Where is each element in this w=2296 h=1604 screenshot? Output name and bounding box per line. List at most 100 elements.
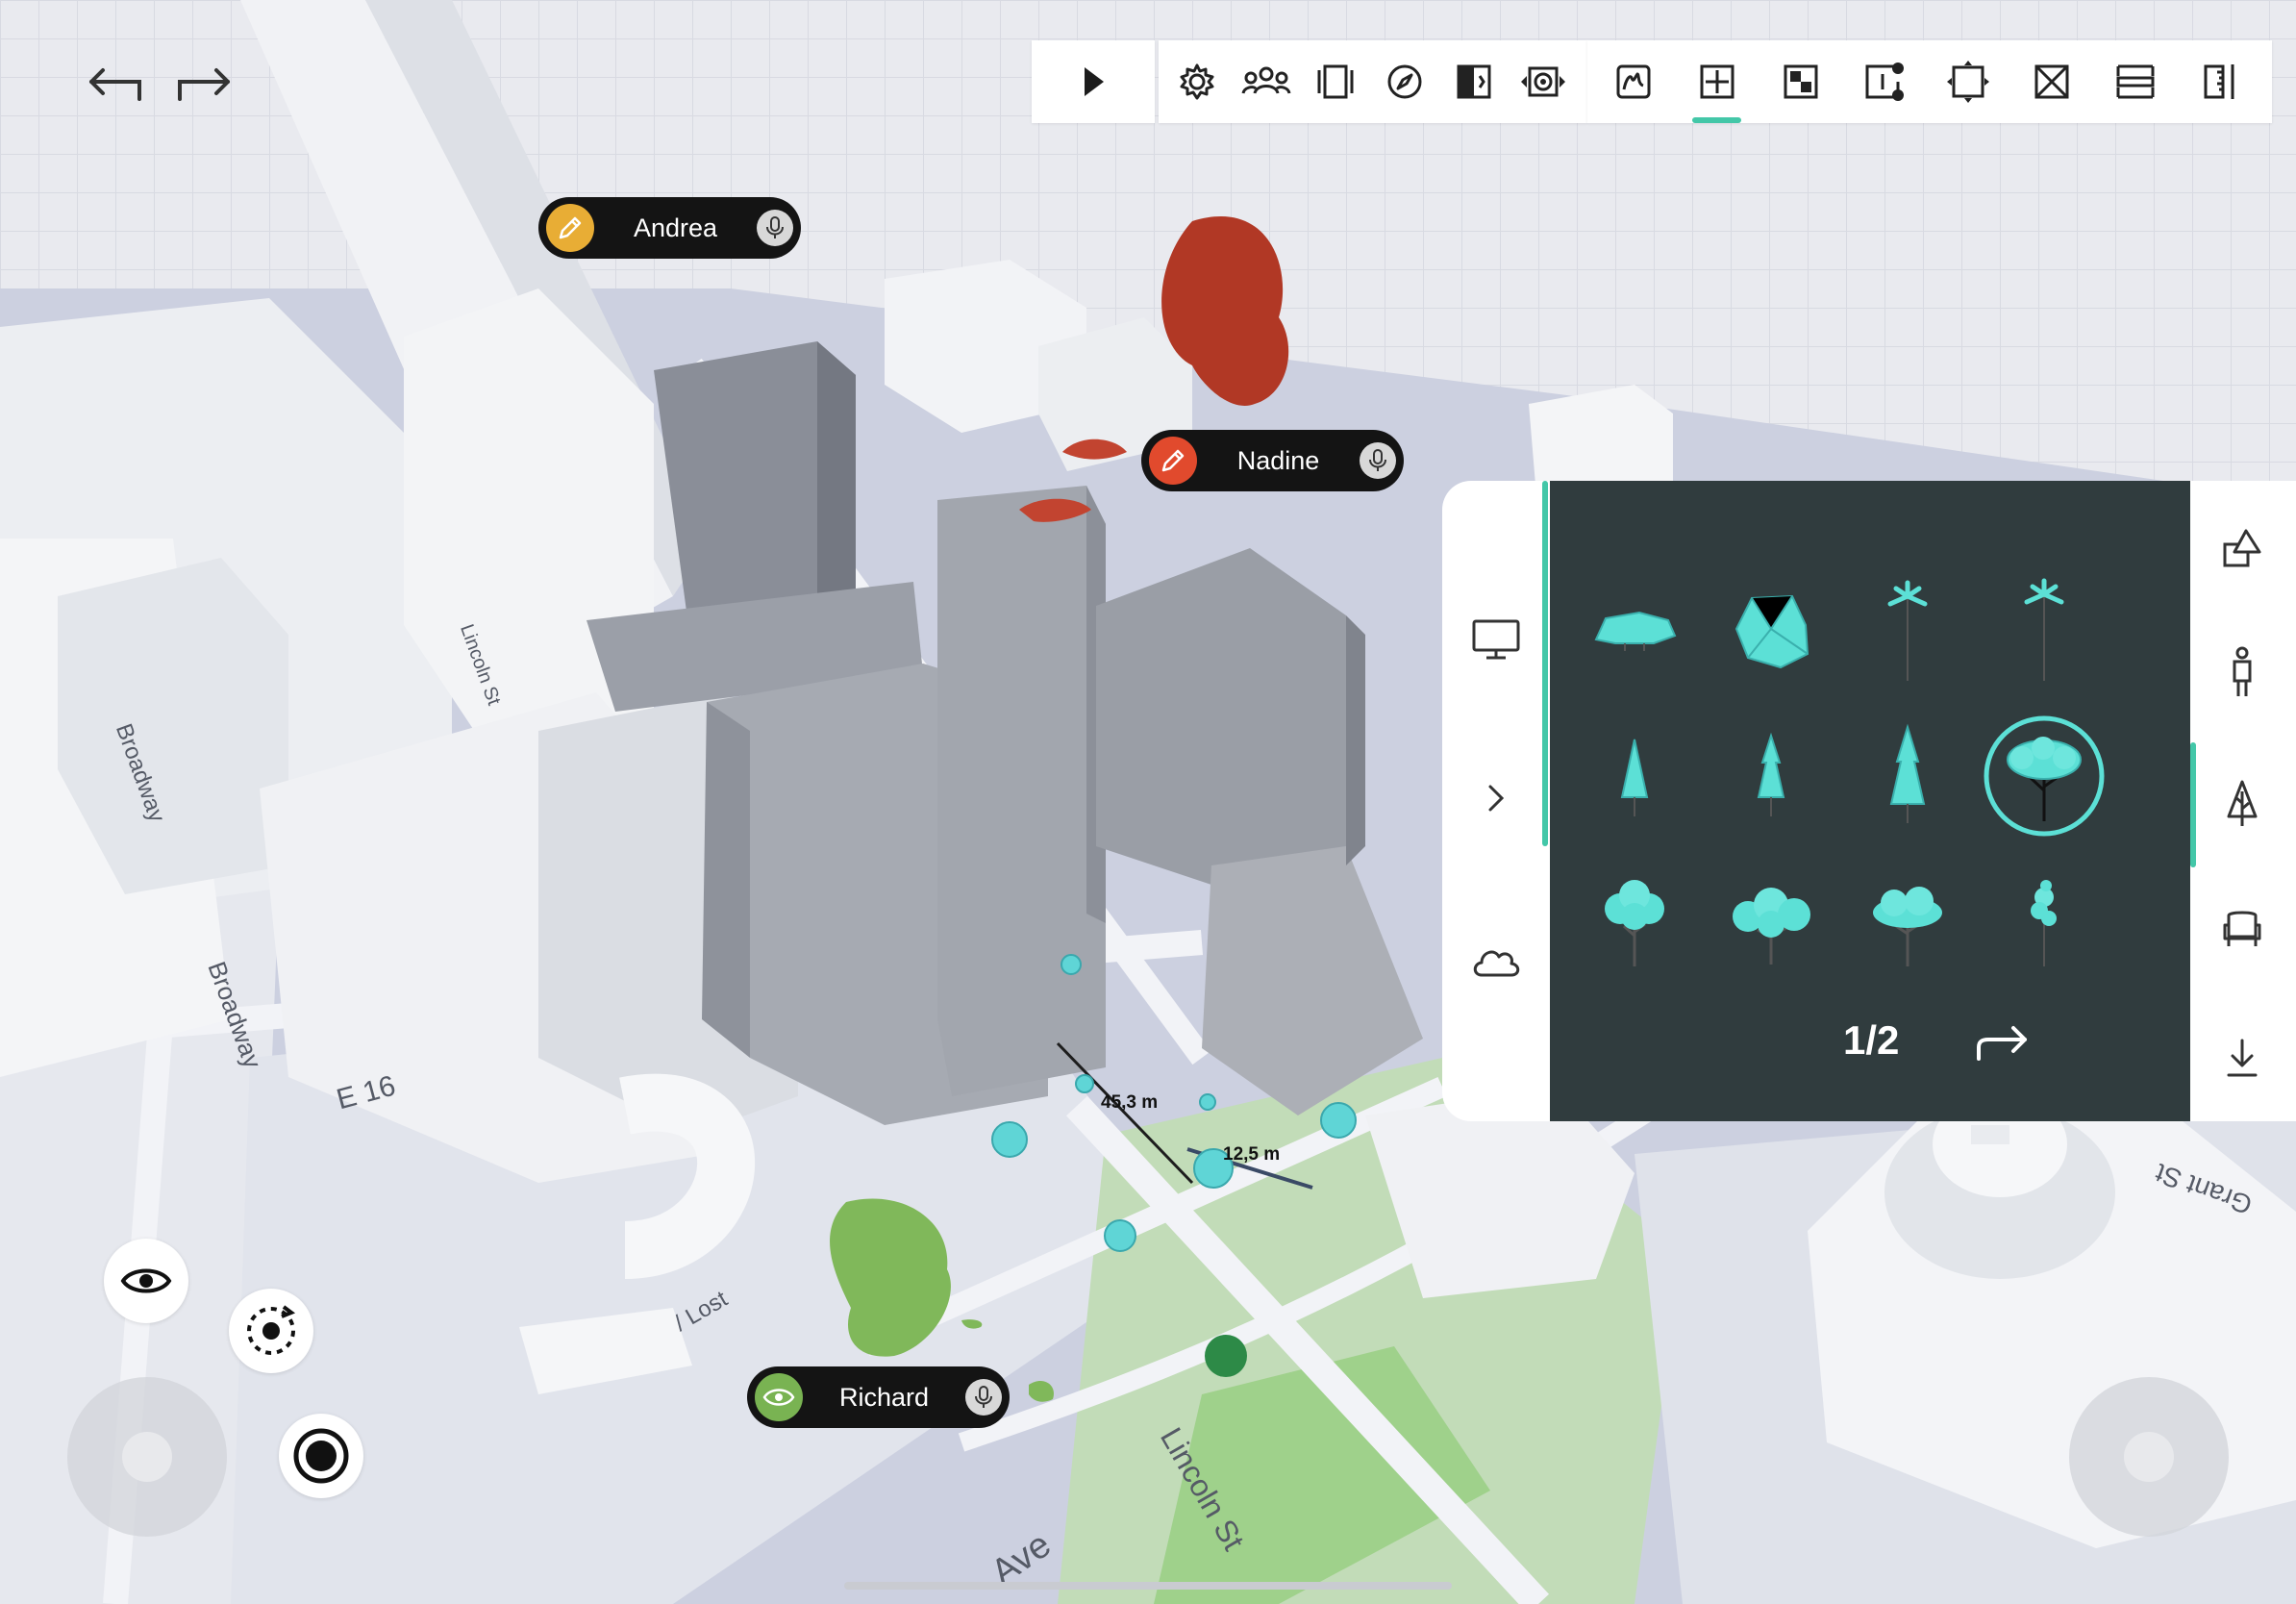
asset-oak-tree[interactable] <box>1840 855 1975 990</box>
panels-button[interactable] <box>1301 40 1370 123</box>
orbit-button[interactable] <box>229 1289 313 1373</box>
sketch-tool-icon <box>1616 64 1650 99</box>
cloud-button[interactable] <box>1461 933 1531 990</box>
person-icon <box>2233 646 2252 696</box>
sketch-tool-button[interactable] <box>1591 40 1675 123</box>
undo-icon <box>89 68 141 101</box>
collaborator-tag-richard[interactable]: Richard <box>747 1366 1010 1428</box>
compass-icon <box>1387 64 1422 99</box>
eye-icon <box>120 1268 172 1293</box>
expand-panel-button[interactable] <box>1461 769 1531 827</box>
tree-category-icon <box>2227 780 2258 826</box>
look-joystick[interactable] <box>2069 1377 2229 1537</box>
cloud-icon <box>1473 950 1520 977</box>
settings-icon <box>1180 63 1214 100</box>
asset-slim-tree[interactable] <box>1977 855 2111 990</box>
next-page-icon <box>1977 1026 2027 1061</box>
pencil-icon <box>546 204 594 252</box>
asset-conifer-small[interactable] <box>1567 709 1702 843</box>
microphone-icon[interactable] <box>757 210 793 246</box>
render-settings-icon <box>1521 66 1565 97</box>
asset-broadleaf-tree[interactable] <box>1567 855 1702 990</box>
furniture-icon <box>2223 911 2261 946</box>
asset-conifer-medium[interactable] <box>1704 709 1838 843</box>
redo-icon <box>178 68 230 101</box>
remove-icon <box>2034 64 2068 99</box>
category-rail <box>2190 481 2296 1121</box>
measurement-label-1: 45,3 m <box>1101 1092 1159 1113</box>
furniture-category-button[interactable] <box>2208 899 2277 957</box>
expand-chevron-icon <box>1488 785 1505 812</box>
pencil-icon <box>1149 437 1197 485</box>
record-button[interactable] <box>279 1414 363 1498</box>
shapes-icon <box>2223 529 2261 567</box>
asset-round-tree[interactable] <box>1977 709 2111 843</box>
orbit-icon <box>247 1305 296 1355</box>
asset-library-panel: 1/2 <box>1442 481 2296 1121</box>
tools-toolbar <box>1587 40 2272 123</box>
bounds-icon <box>1946 61 1989 103</box>
collaborators-icon <box>1241 66 1291 94</box>
bounds-button[interactable] <box>1926 40 2009 123</box>
collaborators-button[interactable] <box>1232 40 1301 123</box>
redo-button[interactable] <box>165 53 242 111</box>
panel-left-rail <box>1442 481 1550 1121</box>
section-icon <box>2116 64 2154 99</box>
shapes-category-button[interactable] <box>2208 519 2277 577</box>
move-joystick[interactable] <box>67 1377 227 1537</box>
collaborator-name: Nadine <box>1236 445 1320 475</box>
asset-conifer-large[interactable] <box>1840 709 1975 843</box>
panels-icon <box>1317 64 1354 99</box>
collaborator-tag-nadine[interactable]: Nadine <box>1141 430 1404 491</box>
download-icon <box>2227 1039 2258 1077</box>
microphone-icon[interactable] <box>1360 442 1396 479</box>
pattern-button[interactable] <box>1759 40 1842 123</box>
settings-button[interactable] <box>1162 40 1232 123</box>
measure-button[interactable] <box>2177 40 2260 123</box>
look-joystick-knob[interactable] <box>2124 1432 2174 1482</box>
asset-grid: 1/2 <box>1550 481 2190 1121</box>
monitor-button[interactable] <box>1461 611 1531 668</box>
split-view-button[interactable] <box>1439 40 1509 123</box>
add-area-button[interactable] <box>1675 40 1759 123</box>
monitor-icon <box>1472 619 1520 660</box>
view-toolbar <box>1159 40 1587 123</box>
category-indicator <box>2190 742 2196 867</box>
person-category-button[interactable] <box>2208 644 2277 702</box>
app-stage: Broadway Broadway Lincoln St Lincoln St … <box>0 0 2296 1604</box>
split-view-icon <box>1457 64 1491 99</box>
annotation-button[interactable] <box>1842 40 1926 123</box>
next-page-button[interactable] <box>1963 1010 2040 1077</box>
annotation-icon <box>1865 63 1904 101</box>
render-settings-button[interactable] <box>1509 40 1578 123</box>
page-indicator: 1/2 <box>1843 1017 1900 1063</box>
play-toolbar <box>1032 40 1155 123</box>
asset-rock-bush[interactable] <box>1704 563 1838 697</box>
home-indicator <box>844 1582 1452 1590</box>
measurement-label-2: 12,5 m <box>1223 1144 1281 1165</box>
view-mode-button[interactable] <box>104 1239 188 1323</box>
record-icon <box>293 1428 349 1484</box>
tree-category-button[interactable] <box>2208 774 2277 832</box>
play-button[interactable] <box>1032 40 1155 123</box>
asset-bush[interactable] <box>1567 563 1702 697</box>
add-area-icon <box>1700 64 1734 99</box>
undo-button[interactable] <box>77 53 154 111</box>
download-button[interactable] <box>2208 1029 2277 1087</box>
remove-button[interactable] <box>2009 40 2093 123</box>
eye-icon <box>755 1373 803 1421</box>
microphone-icon[interactable] <box>965 1379 1002 1416</box>
collaborator-name: Andrea <box>633 213 718 242</box>
collaborator-tag-andrea[interactable]: Andrea <box>538 197 801 259</box>
compass-button[interactable] <box>1370 40 1439 123</box>
asset-wide-tree[interactable] <box>1704 855 1838 990</box>
section-button[interactable] <box>2093 40 2177 123</box>
asset-palm-tall[interactable] <box>1977 563 2111 697</box>
play-icon <box>1085 67 1104 96</box>
move-joystick-knob[interactable] <box>122 1432 172 1482</box>
asset-palm[interactable] <box>1840 563 1975 697</box>
measure-icon <box>2204 64 2234 99</box>
pattern-icon <box>1784 64 1817 99</box>
rail-indicator <box>1542 481 1548 846</box>
collaborator-name: Richard <box>838 1382 930 1412</box>
